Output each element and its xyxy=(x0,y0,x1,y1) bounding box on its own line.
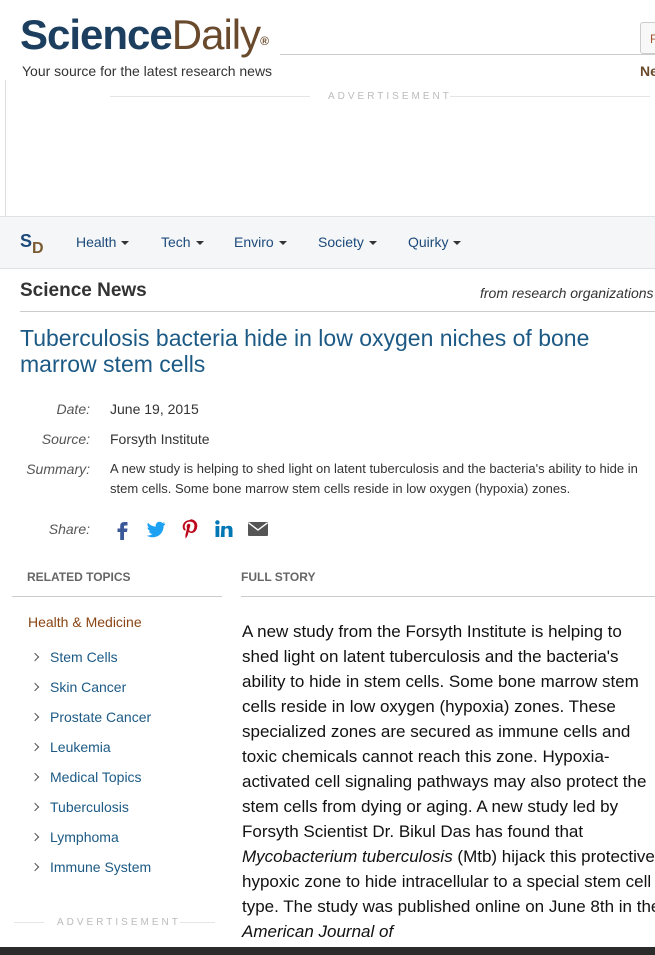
logo-science: Science xyxy=(20,11,173,58)
story-species-name: Mycobacterium tuberculosis xyxy=(242,847,453,866)
chevron-right-icon xyxy=(30,652,40,662)
ad-area xyxy=(0,80,6,220)
nav-item-label: Society xyxy=(318,234,364,250)
article-headline: Tuberculosis bacteria hide in low oxygen… xyxy=(20,325,590,377)
ad-label-sidebar: ADVERTISEMENT xyxy=(57,917,181,928)
related-topic-item[interactable]: Immune System xyxy=(30,859,152,875)
header-divider xyxy=(280,54,655,55)
top-right-button[interactable]: F xyxy=(640,22,655,54)
related-topic-label: Immune System xyxy=(50,859,152,875)
date-label: Date: xyxy=(56,401,90,417)
bottom-bar xyxy=(0,947,655,955)
main-nav: SD Health Tech Enviro Society Quirky xyxy=(0,216,655,269)
related-topic-item[interactable]: Tuberculosis xyxy=(30,799,129,815)
article-source: Forsyth Institute xyxy=(110,431,210,447)
caret-down-icon xyxy=(278,241,287,246)
related-topic-label: Lymphoma xyxy=(50,829,119,845)
related-topic-label: Skin Cancer xyxy=(50,679,127,695)
section-divider xyxy=(20,311,655,312)
nav-item-tech[interactable]: Tech xyxy=(161,234,204,250)
nav-logo-s: S xyxy=(20,231,33,251)
article-summary: A new study is helping to shed light on … xyxy=(110,461,638,496)
sidebar-ad-divider-left xyxy=(14,922,44,923)
related-topic-item[interactable]: Leukemia xyxy=(30,739,111,755)
story-journal-name: American Journal of xyxy=(242,922,394,941)
nav-item-label: Enviro xyxy=(234,234,274,250)
related-topic-label: Prostate Cancer xyxy=(50,709,152,725)
ad-divider-left xyxy=(110,96,310,97)
sidebar-ad-divider-right xyxy=(180,922,215,923)
nav-item-label: Quirky xyxy=(408,234,449,250)
related-topics-divider xyxy=(12,596,222,597)
related-topics-header: RELATED TOPICS xyxy=(27,570,131,584)
pinterest-icon[interactable] xyxy=(179,518,201,540)
full-story-header: FULL STORY xyxy=(241,570,316,584)
chevron-right-icon xyxy=(30,862,40,872)
top-right-link[interactable]: Ne xyxy=(640,63,655,79)
nav-logo-d: D xyxy=(32,240,44,257)
summary-label: Summary: xyxy=(26,461,90,477)
related-topic-item[interactable]: Lymphoma xyxy=(30,829,119,845)
source-label: Source: xyxy=(41,431,90,447)
chevron-right-icon xyxy=(30,712,40,722)
related-topic-item[interactable]: Skin Cancer xyxy=(30,679,127,695)
related-topic-label: Leukemia xyxy=(50,739,111,755)
article-date: June 19, 2015 xyxy=(110,401,199,417)
nav-item-society[interactable]: Society xyxy=(318,234,377,250)
linkedin-icon[interactable] xyxy=(213,518,235,540)
nav-item-health[interactable]: Health xyxy=(76,234,130,250)
related-topic-label: Tuberculosis xyxy=(50,799,129,815)
share-label: Share: xyxy=(48,521,90,537)
section-title: Science News xyxy=(20,280,147,301)
related-topic-item[interactable]: Prostate Cancer xyxy=(30,709,152,725)
twitter-icon[interactable] xyxy=(145,518,167,540)
caret-down-icon xyxy=(121,241,130,246)
nav-item-enviro[interactable]: Enviro xyxy=(234,234,287,250)
tagline: Your source for the latest research news xyxy=(22,63,273,79)
ad-label-top: ADVERTISEMENT xyxy=(328,91,452,102)
site-logo[interactable]: ScienceDaily® xyxy=(20,10,269,60)
facebook-icon[interactable] xyxy=(111,518,133,540)
related-topic-label: Medical Topics xyxy=(50,769,142,785)
email-icon[interactable] xyxy=(247,518,269,540)
nav-item-label: Tech xyxy=(161,234,191,250)
logo-registered: ® xyxy=(260,34,269,48)
nav-item-label: Health xyxy=(76,234,117,250)
related-topic-item[interactable]: Stem Cells xyxy=(30,649,118,665)
section-subtitle: from research organizations xyxy=(480,285,654,301)
chevron-right-icon xyxy=(30,832,40,842)
related-topic-item[interactable]: Medical Topics xyxy=(30,769,142,785)
caret-down-icon xyxy=(368,241,377,246)
related-topic-label: Stem Cells xyxy=(50,649,118,665)
chevron-right-icon xyxy=(30,742,40,752)
logo-daily: Daily xyxy=(171,11,261,58)
chevron-right-icon xyxy=(30,772,40,782)
story-paragraph: A new study from the Forsyth Institute i… xyxy=(242,619,655,944)
story-text: A new study from the Forsyth Institute i… xyxy=(242,622,647,841)
caret-down-icon xyxy=(195,241,204,246)
full-story-divider xyxy=(241,596,655,597)
caret-down-icon xyxy=(453,241,462,246)
nav-item-quirky[interactable]: Quirky xyxy=(408,234,462,250)
nav-logo[interactable]: SD xyxy=(20,231,44,257)
related-topics-category[interactable]: Health & Medicine xyxy=(28,614,142,630)
chevron-right-icon xyxy=(30,682,40,692)
ad-divider-right xyxy=(450,96,650,97)
chevron-right-icon xyxy=(30,802,40,812)
